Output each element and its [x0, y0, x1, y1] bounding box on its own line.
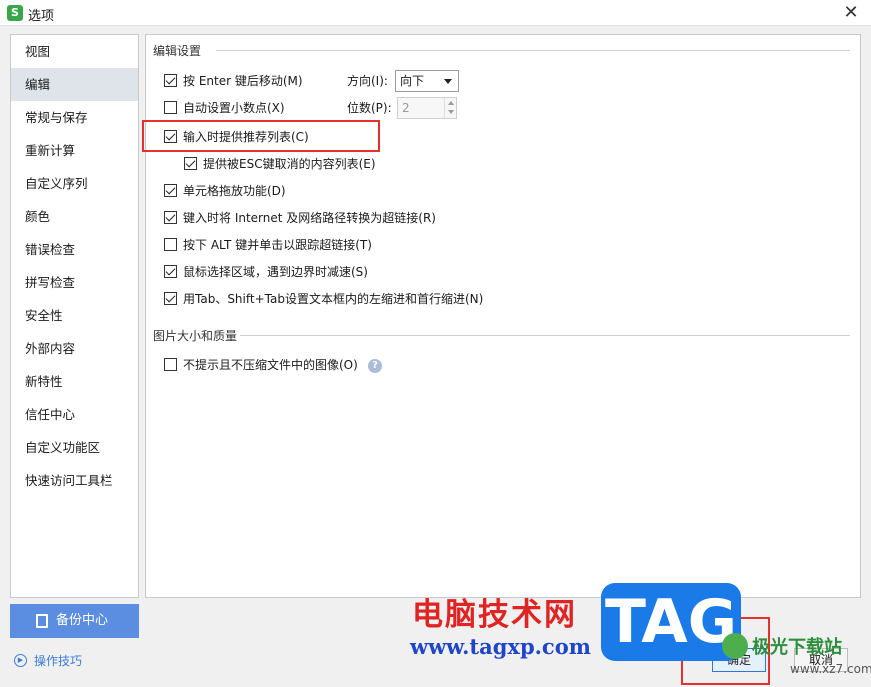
wps-app-icon: S: [7, 5, 23, 21]
decimal-places-spinner[interactable]: 2: [397, 97, 457, 119]
checkbox-box: [164, 101, 177, 114]
backup-center-button[interactable]: 备份中心: [10, 604, 139, 638]
backup-center-label: 备份中心: [56, 613, 109, 628]
sidebar-item-general-save[interactable]: 常规与保存: [11, 101, 138, 134]
group-divider: [216, 50, 850, 51]
tab-indent-checkbox[interactable]: 用Tab、Shift+Tab设置文本框内的左缩进和首行缩进(N): [164, 290, 483, 308]
option-label: 鼠标选择区域，遇到边界时减速(S): [183, 265, 368, 279]
title-bar: S 选项 ✕: [0, 0, 871, 26]
cell-drag-drop-checkbox[interactable]: 单元格拖放功能(D): [164, 182, 286, 200]
watermark-site2-url: www.xz7.com: [790, 662, 871, 676]
option-label: 键入时将 Internet 及网络路径转换为超链接(R): [183, 211, 436, 225]
dropdown-arrow-icon: [444, 79, 452, 84]
sidebar-item-customize-ribbon[interactable]: 自定义功能区: [11, 431, 138, 464]
option-label: 按 Enter 键后移动(M): [183, 74, 303, 88]
direction-value: 向下: [400, 74, 425, 88]
checkbox-box: [164, 211, 177, 224]
edit-settings-panel: 编辑设置 按 Enter 键后移动(M) 方向(I): 向下 自动设置小数点(X…: [142, 34, 861, 598]
decimal-places-value: 2: [402, 101, 410, 115]
sidebar-item-recalculate[interactable]: 重新计算: [11, 134, 138, 167]
sidebar-item-color[interactable]: 颜色: [11, 200, 138, 233]
move-after-enter-checkbox[interactable]: 按 Enter 键后移动(M): [164, 72, 303, 90]
checkbox-box: [164, 358, 177, 371]
no-compress-images-checkbox[interactable]: 不提示且不压缩文件中的图像(O): [164, 356, 358, 374]
sidebar-item-security[interactable]: 安全性: [11, 299, 138, 332]
sidebar-item-custom-lists[interactable]: 自定义序列: [11, 167, 138, 200]
checkbox-box: [184, 157, 197, 170]
options-sidebar: 视图 编辑 常规与保存 重新计算 自定义序列 颜色 错误检查 拼写检查 安全性 …: [10, 34, 139, 598]
sidebar-item-trust-center[interactable]: 信任中心: [11, 398, 138, 431]
option-label: 按下 ALT 键并单击以跟踪超链接(T): [183, 238, 372, 252]
sidebar-item-spell-check[interactable]: 拼写检查: [11, 266, 138, 299]
window-title: 选项: [28, 9, 55, 24]
direction-select[interactable]: 向下: [395, 70, 459, 92]
alt-click-hyperlink-checkbox[interactable]: 按下 ALT 键并单击以跟踪超链接(T): [164, 236, 372, 254]
spin-up-icon[interactable]: [444, 98, 456, 108]
decimal-places-label: 位数(P):: [347, 101, 392, 115]
sidebar-item-view[interactable]: 视图: [11, 35, 138, 68]
sidebar-item-new-features[interactable]: 新特性: [11, 365, 138, 398]
watermark-aurora-logo-icon: [722, 633, 748, 659]
watermark-site-name: 电脑技术网: [412, 597, 577, 633]
checkbox-box: [164, 265, 177, 278]
edit-settings-group-title: 编辑设置: [153, 42, 206, 59]
red-highlight-box: [142, 120, 380, 152]
checkbox-box: [164, 292, 177, 305]
watermark-site-url: www.tagxp.com: [410, 634, 591, 659]
option-label: 提供被ESC键取消的内容列表(E): [203, 157, 376, 171]
checkbox-box: [164, 238, 177, 251]
option-label: 单元格拖放功能(D): [183, 184, 286, 198]
direction-label: 方向(I):: [347, 74, 388, 88]
auto-decimal-checkbox[interactable]: 自动设置小数点(X): [164, 99, 285, 117]
esc-cancelled-list-checkbox[interactable]: 提供被ESC键取消的内容列表(E): [184, 155, 376, 173]
auto-hyperlink-checkbox[interactable]: 键入时将 Internet 及网络路径转换为超链接(R): [164, 209, 436, 227]
image-settings-group-title: 图片大小和质量: [153, 327, 242, 344]
spin-down-icon[interactable]: [444, 108, 456, 118]
watermark-site2-name: 极光下载站: [752, 637, 842, 658]
option-label: 不提示且不压缩文件中的图像(O): [183, 358, 358, 372]
group-divider: [240, 335, 850, 336]
play-circle-icon: ▶: [14, 654, 27, 667]
watermark-tag-logo: TAG: [601, 583, 741, 661]
sidebar-item-quick-access-toolbar[interactable]: 快速访问工具栏: [11, 464, 138, 497]
sidebar-item-external-content[interactable]: 外部内容: [11, 332, 138, 365]
backup-icon: [36, 614, 48, 628]
option-label: 自动设置小数点(X): [183, 101, 285, 115]
operation-tips-link[interactable]: ▶ 操作技巧: [14, 652, 82, 670]
sidebar-item-error-check[interactable]: 错误检查: [11, 233, 138, 266]
close-button[interactable]: ✕: [839, 2, 863, 24]
operation-tips-label: 操作技巧: [34, 654, 83, 668]
help-icon[interactable]: ?: [368, 359, 382, 373]
option-label: 用Tab、Shift+Tab设置文本框内的左缩进和首行缩进(N): [183, 292, 484, 306]
sidebar-item-edit[interactable]: 编辑: [11, 68, 138, 101]
mouse-select-slowdown-checkbox[interactable]: 鼠标选择区域，遇到边界时减速(S): [164, 263, 368, 281]
checkbox-box: [164, 184, 177, 197]
checkbox-box: [164, 74, 177, 87]
